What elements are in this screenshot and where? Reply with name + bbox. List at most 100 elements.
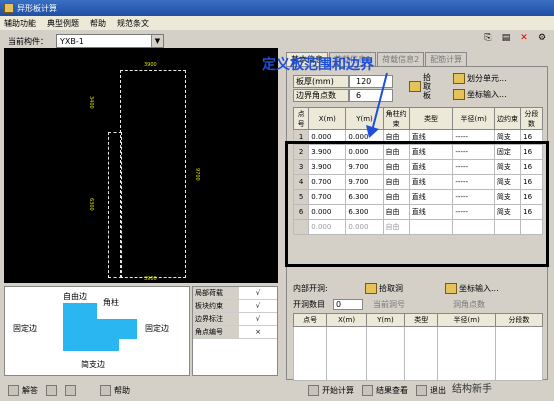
- label-corner-col: 角柱: [103, 298, 119, 307]
- hcol-x: X(m): [326, 313, 367, 327]
- mesh-label: 划分单元...: [467, 74, 507, 83]
- window-title: 异形板计算: [17, 3, 57, 13]
- label-fixed-left: 固定边: [13, 324, 37, 333]
- hcol-segments: 分段数: [494, 313, 544, 327]
- app-icon: [4, 3, 14, 13]
- pick-hole-label: 拾取洞: [379, 283, 403, 293]
- answer-icon: [8, 385, 19, 396]
- watermark: 结构新手: [452, 384, 492, 395]
- member-row: 当前构件： YXB-1 ▼: [8, 34, 164, 48]
- hole-toolbar: 内部开洞: 拾取洞 坐标输入...: [293, 281, 545, 295]
- calc-button[interactable]: 开始计算: [308, 385, 354, 396]
- copy-icon[interactable]: ⎘: [482, 32, 494, 44]
- save-icon: [46, 385, 57, 396]
- hcol-radius: 半径(m): [437, 313, 496, 327]
- hcol-y: Y(m): [365, 313, 406, 327]
- answer-button[interactable]: 解答: [8, 385, 38, 396]
- tab-load2[interactable]: 荷载信息2: [377, 52, 425, 66]
- pick-slab-button[interactable]: 拾取板: [409, 73, 437, 100]
- menu-bar: 辅助功能 典型例题 帮助 规范条文: [0, 16, 554, 30]
- label-fixed-right: 固定边: [145, 324, 169, 333]
- option-label: 边界标注: [193, 313, 239, 325]
- settings-icon[interactable]: ⚙: [536, 32, 548, 44]
- save-button[interactable]: [46, 385, 57, 396]
- pick-hole-icon: [365, 282, 377, 294]
- annotation-arrow: [366, 72, 388, 138]
- boundary-legend-shape: 自由边 角柱 固定边 固定边 简支边: [4, 286, 190, 376]
- help-button[interactable]: 帮助: [100, 385, 130, 396]
- hole-count-input[interactable]: 0: [333, 298, 363, 310]
- member-select[interactable]: YXB-1 ▼: [56, 34, 164, 48]
- corners-label: 边界角点数: [293, 89, 349, 102]
- hole-coord-button[interactable]: 坐标输入...: [445, 282, 499, 294]
- slab-outline-main: [120, 70, 186, 278]
- exit-button[interactable]: 退出: [416, 385, 446, 396]
- option-row[interactable]: 板块约束 √: [193, 300, 277, 313]
- main-window: 当前构件： YXB-1 ▼ ⎘ ▤ ✕ ⚙ 3900 3400 6300 9700…: [0, 30, 554, 401]
- hole-coord-icon: [445, 282, 457, 294]
- pick-icon: [409, 81, 421, 92]
- member-label: 当前构件：: [8, 36, 48, 46]
- calc-icon: [308, 385, 319, 396]
- hole-section: 内部开洞: 拾取洞 坐标输入... 开洞数目 0 当前洞号 洞角点数 点号 X(…: [292, 281, 545, 381]
- annotation-text: 定义板范围和边界: [262, 57, 374, 73]
- menu-aux[interactable]: 辅助功能: [4, 18, 36, 29]
- pick-hole-button[interactable]: 拾取洞: [365, 282, 445, 294]
- menu-examples[interactable]: 典型例题: [47, 18, 79, 29]
- slab-outline-notch: [108, 132, 122, 278]
- undo-button[interactable]: [65, 385, 76, 396]
- toolbar-icons: ⎘ ▤ ✕ ⚙: [482, 32, 548, 44]
- hole-empty-row: [292, 326, 544, 381]
- current-hole-label: 当前洞号: [373, 299, 405, 309]
- result-button[interactable]: 结果查看: [362, 385, 408, 396]
- dim-top: 3900: [144, 62, 157, 68]
- answer-label: 解答: [22, 386, 38, 395]
- option-value: ×: [255, 328, 261, 336]
- mesh-icon: [453, 73, 465, 84]
- hole-count-row: 开洞数目 0 当前洞号 洞角点数: [293, 297, 545, 311]
- menu-codes[interactable]: 规范条文: [117, 18, 149, 29]
- help-label: 帮助: [114, 386, 130, 395]
- result-label: 结果查看: [376, 386, 408, 395]
- title-bar: 异形板计算: [0, 0, 554, 16]
- slab-shape-notch2: [119, 339, 137, 351]
- coord-input-button[interactable]: 坐标输入...: [453, 89, 507, 100]
- tab-rebar[interactable]: 配筋计算: [425, 52, 468, 66]
- col-segments: 分段数: [520, 107, 543, 130]
- dim-left1: 3400: [88, 96, 94, 109]
- help-icon: [100, 385, 111, 396]
- hcol-type: 类型: [404, 313, 439, 327]
- pick-slab-label: 拾取板: [423, 73, 431, 100]
- dim-bottom: 3900: [144, 276, 157, 282]
- option-label: 局部荷载: [193, 287, 239, 299]
- label-simple-bottom: 简支边: [81, 360, 105, 369]
- thickness-label: 板厚(mm): [293, 75, 349, 88]
- delete-icon[interactable]: ✕: [518, 32, 530, 44]
- hcol-point: 点号: [292, 313, 328, 327]
- hole-label: 内部开洞:: [293, 283, 328, 293]
- paste-icon[interactable]: ▤: [500, 32, 512, 44]
- option-row[interactable]: 角点编号 ×: [193, 326, 277, 339]
- menu-help[interactable]: 帮助: [90, 18, 106, 29]
- hole-points-label: 洞角点数: [453, 299, 485, 309]
- label-free-edge: 自由边: [63, 292, 87, 301]
- option-row[interactable]: 局部荷载 √: [193, 287, 277, 300]
- option-label: 角点编号: [193, 326, 239, 338]
- mesh-button[interactable]: 划分单元...: [453, 73, 507, 84]
- hole-count-label: 开洞数目: [293, 299, 325, 309]
- dim-right: 9700: [194, 168, 200, 181]
- exit-label: 退出: [430, 386, 446, 395]
- chevron-down-icon: ▼: [151, 35, 163, 47]
- option-value: √: [255, 315, 261, 323]
- exit-icon: [416, 385, 427, 396]
- col-edge-restraint: 边约束: [493, 107, 522, 130]
- option-value: √: [255, 302, 261, 310]
- option-label: 板块约束: [193, 300, 239, 312]
- col-radius: 半径(m): [452, 107, 495, 130]
- result-icon: [362, 385, 373, 396]
- drawing-canvas[interactable]: 3900 3400 6300 9700 3900: [4, 48, 278, 283]
- col-x: X(m): [308, 107, 347, 130]
- col-point: 点号: [292, 107, 310, 130]
- calc-label: 开始计算: [322, 386, 354, 395]
- option-row[interactable]: 边界标注 √: [193, 313, 277, 326]
